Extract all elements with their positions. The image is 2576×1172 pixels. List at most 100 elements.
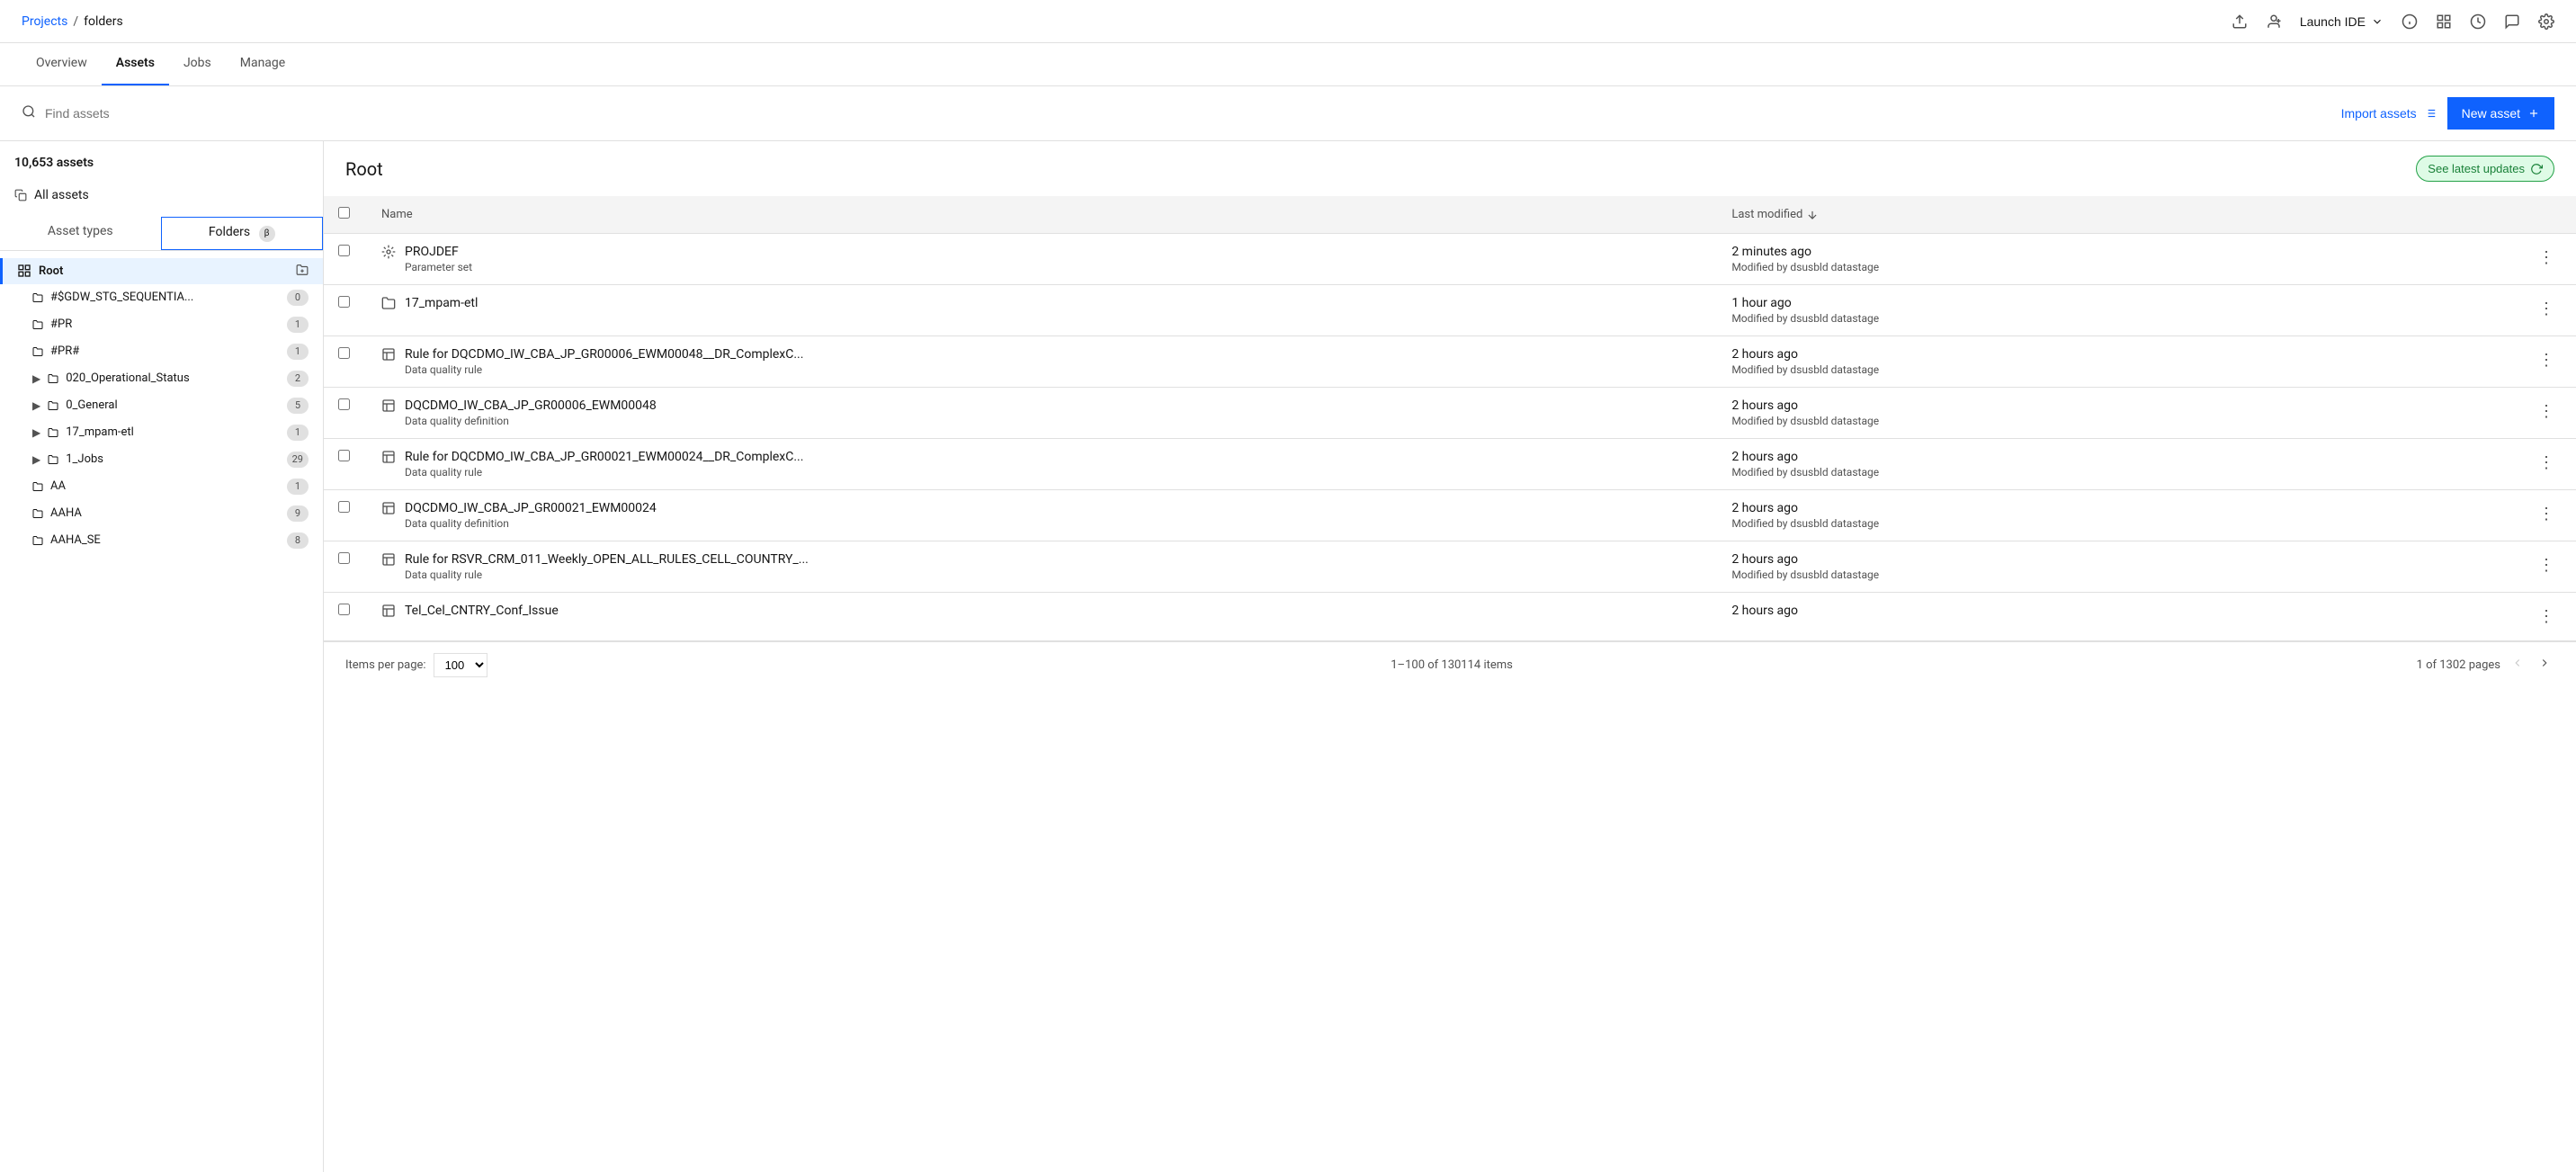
folder-item[interactable]: ▶ 17_mpam-etl 1: [0, 419, 323, 446]
sidebar-tab-folders[interactable]: Folders β: [161, 217, 324, 250]
see-latest-updates-button[interactable]: See latest updates: [2416, 156, 2554, 182]
modified-time: 2 hours ago: [1731, 501, 2502, 515]
sort-desc-icon: [1806, 209, 1819, 221]
expand-icon: ▶: [32, 426, 40, 439]
asset-options-button[interactable]: ⋮: [2531, 296, 2562, 322]
asset-options-button[interactable]: ⋮: [2531, 552, 2562, 578]
folder-item[interactable]: #PR 1: [0, 311, 323, 338]
prev-page-button[interactable]: [2508, 653, 2527, 677]
new-asset-button[interactable]: New asset: [2447, 97, 2554, 130]
modified-time: 1 hour ago: [1731, 296, 2502, 310]
folder-item[interactable]: AAHA_SE 8: [0, 527, 323, 554]
tab-jobs[interactable]: Jobs: [169, 42, 226, 85]
modified-time: 2 hours ago: [1731, 450, 2502, 464]
modified-by: Modified by dsusbld datastage: [1731, 363, 2502, 376]
folder-icon: [32, 481, 43, 492]
beta-badge: β: [259, 226, 275, 242]
row-checkbox[interactable]: [338, 552, 350, 564]
add-folder-icon-btn[interactable]: [296, 264, 309, 279]
modified-time: 2 hours ago: [1731, 604, 2502, 618]
row-checkbox[interactable]: [338, 501, 350, 513]
import-assets-button[interactable]: Import assets: [2341, 106, 2437, 121]
folder-item[interactable]: ▶ 1_Jobs 29: [0, 446, 323, 473]
asset-type-icon: [381, 398, 396, 416]
row-checkbox[interactable]: [338, 450, 350, 461]
asset-options-button[interactable]: ⋮: [2531, 398, 2562, 425]
expand-icon: ▶: [32, 453, 40, 466]
asset-type: Data quality rule: [405, 568, 809, 581]
asset-type: Data quality definition: [405, 415, 657, 427]
tab-manage[interactable]: Manage: [226, 42, 300, 85]
row-checkbox[interactable]: [338, 398, 350, 410]
table-row: 17_mpam-etl 1 hour ago Modified by dsusb…: [324, 285, 2576, 336]
upload-icon-btn[interactable]: [2232, 13, 2248, 30]
modified-time: 2 hours ago: [1731, 398, 2502, 413]
history-icon-btn[interactable]: [2470, 13, 2486, 30]
asset-options-button[interactable]: ⋮: [2531, 347, 2562, 373]
content-header: Root See latest updates: [324, 141, 2576, 196]
folder-item[interactable]: ▶ 0_General 5: [0, 392, 323, 419]
tab-assets[interactable]: Assets: [102, 42, 169, 85]
main-layout: 10,653 assets All assets Asset types Fol…: [0, 141, 2576, 1172]
row-checkbox[interactable]: [338, 604, 350, 615]
select-all-checkbox[interactable]: [338, 207, 350, 219]
folder-item[interactable]: ▶ 020_Operational_Status 2: [0, 365, 323, 392]
grid-icon: [17, 264, 31, 278]
table-row: Rule for RSVR_CRM_011_Weekly_OPEN_ALL_RU…: [324, 541, 2576, 593]
folder-icon: [32, 508, 43, 519]
layout-icon-btn[interactable]: [2436, 13, 2452, 30]
info-icon-btn[interactable]: [2402, 13, 2418, 30]
breadcrumb-projects[interactable]: Projects: [22, 14, 67, 29]
search-box: [22, 104, 561, 122]
table-row: Rule for DQCDMO_IW_CBA_JP_GR00021_EWM000…: [324, 439, 2576, 490]
asset-type: Parameter set: [405, 261, 472, 273]
asset-options-button[interactable]: ⋮: [2531, 450, 2562, 476]
folder-item[interactable]: AA 1: [0, 473, 323, 500]
add-user-icon-btn[interactable]: [2266, 13, 2282, 30]
folder-item[interactable]: #PR# 1: [0, 338, 323, 365]
sidebar-tab-asset-types[interactable]: Asset types: [0, 217, 161, 250]
chevron-right-icon: [2538, 657, 2551, 669]
expand-icon: ▶: [32, 372, 40, 385]
folder-icon: [48, 454, 58, 465]
folder-root[interactable]: Root: [0, 258, 323, 284]
topnav-actions: Launch IDE: [2232, 13, 2554, 30]
asset-type-icon: [381, 296, 396, 314]
toolbar: Import assets New asset: [0, 86, 2576, 141]
modified-by: Modified by dsusbld datastage: [1731, 261, 2502, 273]
folder-icon: [48, 427, 58, 438]
asset-options-button[interactable]: ⋮: [2531, 245, 2562, 271]
asset-name: Rule for RSVR_CRM_011_Weekly_OPEN_ALL_RU…: [405, 552, 809, 567]
row-checkbox[interactable]: [338, 245, 350, 256]
per-page-select[interactable]: 100 50 25: [434, 653, 487, 677]
asset-type: Data quality definition: [405, 517, 657, 530]
expand-icon: ▶: [32, 399, 40, 412]
chat-icon-btn[interactable]: [2504, 13, 2520, 30]
folder-icon: [32, 292, 43, 303]
row-checkbox[interactable]: [338, 296, 350, 308]
next-page-button[interactable]: [2535, 653, 2554, 677]
asset-type-icon: [381, 501, 396, 519]
modified-by: Modified by dsusbld datastage: [1731, 415, 2502, 427]
folder-item[interactable]: AAHA 9: [0, 500, 323, 527]
settings-icon-btn[interactable]: [2538, 13, 2554, 30]
row-checkbox[interactable]: [338, 347, 350, 359]
modified-time: 2 hours ago: [1731, 347, 2502, 362]
launch-ide-button[interactable]: Launch IDE: [2300, 14, 2384, 29]
pagination: 1 of 1302 pages: [2417, 653, 2554, 677]
folder-item[interactable]: #$GDW_STG_SEQUENTIA... 0: [0, 284, 323, 311]
breadcrumb: Projects / folders: [22, 14, 123, 29]
folder-title: Root: [345, 158, 383, 180]
assets-count: 10,653 assets: [0, 156, 323, 181]
asset-options-button[interactable]: ⋮: [2531, 501, 2562, 527]
asset-options-button[interactable]: ⋮: [2531, 604, 2562, 630]
all-assets-link[interactable]: All assets: [0, 181, 323, 210]
asset-type-icon: [381, 604, 396, 622]
asset-type-icon: [381, 450, 396, 468]
tab-overview[interactable]: Overview: [22, 42, 102, 85]
asset-name: Rule for DQCDMO_IW_CBA_JP_GR00021_EWM000…: [405, 450, 803, 464]
chevron-left-icon: [2511, 657, 2524, 669]
search-input[interactable]: [45, 106, 561, 121]
table-row: Tel_Cel_CNTRY_Conf_Issue 2 hours ago ⋮: [324, 593, 2576, 641]
asset-name: 17_mpam-etl: [405, 296, 478, 310]
